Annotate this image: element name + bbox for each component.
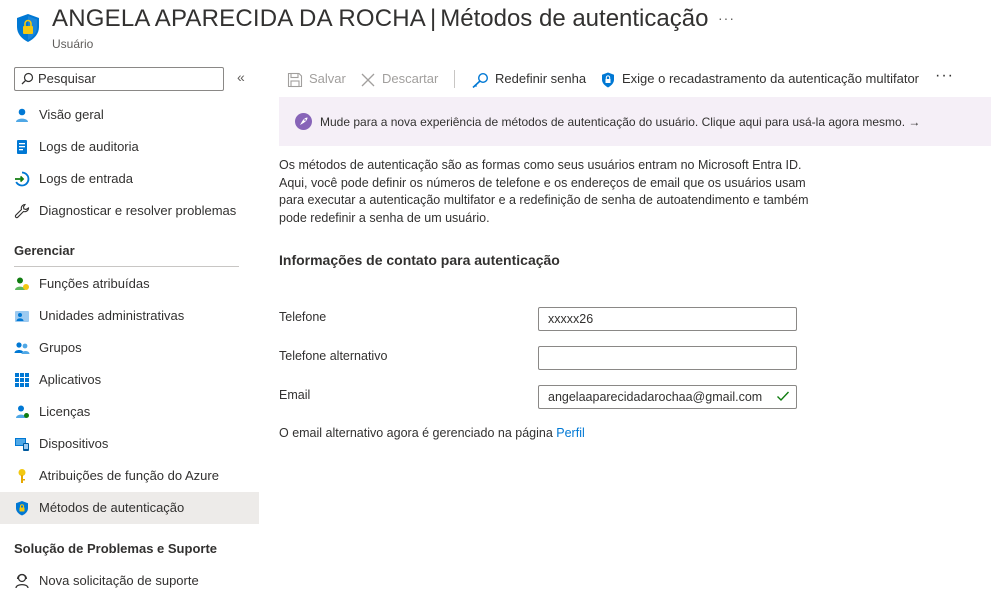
user-icon [16,108,28,122]
devices-icon [15,438,29,451]
command-bar: Salvar Descartar Redefinir senha Exige o… [279,64,991,94]
sidebar-item-assigned-roles[interactable]: Funções atribuídas [0,268,259,300]
sidebar-item-devices[interactable]: Dispositivos [0,428,259,460]
reset-password-button[interactable]: Redefinir senha [471,71,586,88]
sidebar-item-label: Aplicativos [39,372,102,387]
sidebar-item-label: Métodos de autenticação [39,500,185,515]
rocket-icon [295,113,312,130]
alt-phone-label: Telefone alternativo [279,349,388,363]
reset-password-label: Redefinir senha [495,71,587,86]
phone-value: xxxxx26 [548,312,594,326]
sidebar-item-label: Logs de entrada [39,171,133,186]
sidebar-item-label: Dispositivos [39,436,109,451]
profile-link[interactable]: Perfil [556,426,584,440]
email-field[interactable]: angelaaparecidadarochaa@gmail.com [538,385,797,409]
save-icon [287,72,303,87]
sidebar-item-label: Visão geral [39,107,104,122]
contact-info-section-title: Informações de contato para autenticação [279,252,560,268]
sidebar-item-applications[interactable]: Aplicativos [0,364,259,396]
title-separator: | [430,5,437,32]
sidebar-item-azure-role-assignments[interactable]: Atribuições de função do Azure [0,460,259,492]
save-label: Salvar [309,71,346,86]
header-more-button[interactable]: ··· [718,10,735,26]
sidebar-item-label: Licenças [39,404,91,419]
groups-icon [14,342,30,354]
discard-button[interactable]: Descartar [360,71,438,88]
sidebar-item-licenses[interactable]: Licenças [0,396,259,428]
banner-text: Mude para a nova experiência de métodos … [320,115,921,129]
sidebar-item-label: Nova solicitação de suporte [39,573,199,588]
page-name: Métodos de autenticação [440,5,709,32]
email-label: Email [279,388,311,402]
sidebar: Pesquisar « Visão geral Logs de auditori… [0,60,259,611]
page-header: ANGELA APARECIDA DA ROCHA | Métodos de aut… [0,0,991,60]
toolbar-divider [454,70,455,88]
checkmark-icon [777,391,790,402]
wrench-icon [14,203,30,219]
preview-experience-banner[interactable]: Mude para a nova experiência de métodos … [279,97,991,146]
alt-email-note-text: O email alternativo agora é gerenciado n… [279,426,557,440]
sidebar-item-label: Diagnosticar e resolver problemas [39,203,237,218]
sidebar-item-sign-in-logs[interactable]: Logs de entrada [0,163,259,195]
sidebar-item-overview[interactable]: Visão geral [0,99,259,131]
lock-icon [602,72,614,88]
user-shield-logo-icon [17,14,39,42]
toolbar-more-button[interactable]: ··· [935,67,954,85]
page-title: ANGELA APARECIDA DA ROCHA | Métodos de aut… [52,5,708,33]
audit-log-icon [17,140,27,154]
support-icon [15,573,29,589]
sidebar-item-label: Logs de auditoria [39,139,139,154]
description-text: Os métodos de autenticação são as formas… [279,158,809,225]
shield-icon [16,501,28,516]
collapse-sidebar-button[interactable]: « [237,69,245,85]
roles-icon [15,277,29,290]
search-icon [21,72,34,85]
search-placeholder: Pesquisar [38,71,96,86]
sidebar-item-admin-units[interactable]: Unidades administrativas [0,300,259,332]
require-mfa-label: Exige o recadastramento da autenticação … [622,71,920,86]
key-icon [18,469,26,483]
sidebar-item-label: Unidades administrativas [39,308,185,323]
phone-field[interactable]: xxxxx26 [538,307,797,331]
sidebar-item-diagnose[interactable]: Diagnosticar e resolver problemas [0,195,259,227]
license-icon [16,405,29,418]
sidebar-item-label: Atribuições de função do Azure [39,468,219,483]
sidebar-item-audit-logs[interactable]: Logs de auditoria [0,131,259,163]
email-value: angelaaparecidadarochaa@gmail.com [548,390,763,404]
close-icon [361,73,375,87]
discard-label: Descartar [382,71,439,86]
section-divider [14,266,239,267]
sidebar-item-new-support-request[interactable]: Nova solicitação de suporte [0,565,259,597]
sidebar-item-authentication-methods[interactable]: Métodos de autenticação [0,492,259,524]
page-subtitle: Usuário [52,37,94,51]
sidebar-item-groups[interactable]: Grupos [0,332,259,364]
alt-email-note: O email alternativo agora é gerenciado n… [279,426,585,440]
key-reset-icon [472,72,489,88]
require-mfa-reregistration-button[interactable]: Exige o recadastramento da autenticação … [600,71,919,88]
user-name: ANGELA APARECIDA DA ROCHA [52,5,427,32]
phone-label: Telefone [279,310,327,324]
admin-units-icon [15,311,29,322]
sign-in-log-icon [15,171,30,187]
sidebar-item-label: Grupos [39,340,82,355]
apps-grid-icon [15,373,29,387]
search-input[interactable]: Pesquisar [14,67,224,91]
sidebar-item-label: Funções atribuídas [39,276,150,291]
section-manage: Gerenciar [14,243,75,258]
section-troubleshooting: Solução de Problemas e Suporte [14,541,217,556]
save-button[interactable]: Salvar [287,71,346,88]
alt-phone-field[interactable] [538,346,797,370]
